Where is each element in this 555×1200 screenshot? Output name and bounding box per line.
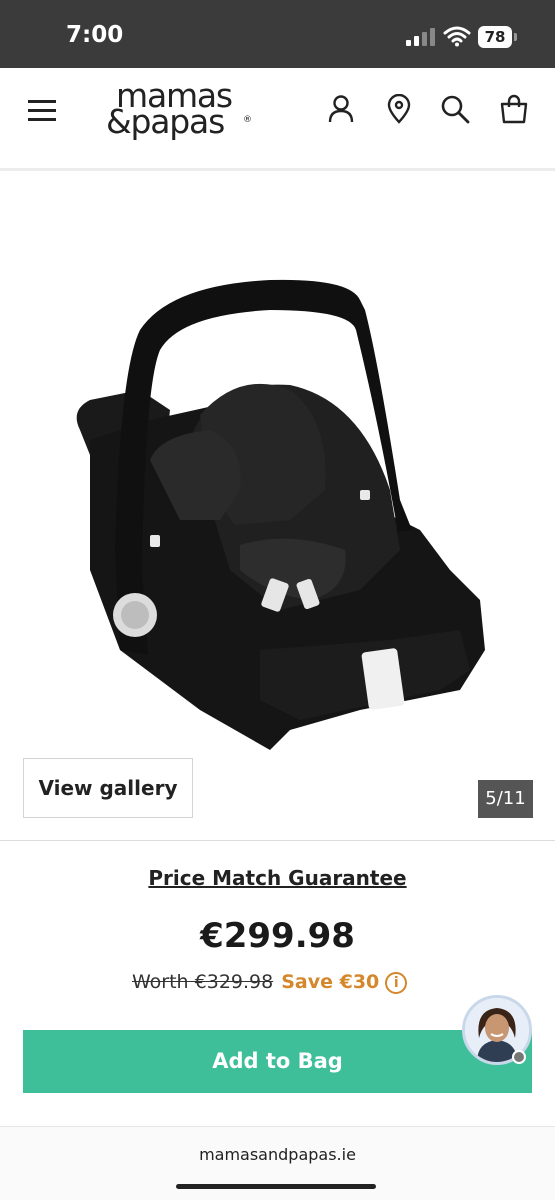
status-time: 7:00 <box>66 22 124 48</box>
hamburger-menu-icon[interactable] <box>28 100 56 122</box>
site-header: mamas &papas ® <box>0 68 555 158</box>
brand-logo[interactable]: mamas &papas ® <box>106 76 256 146</box>
product-image[interactable] <box>60 270 500 770</box>
original-price: Worth €329.98 <box>132 971 274 993</box>
search-icon[interactable] <box>440 94 470 124</box>
store-locator-icon[interactable] <box>384 94 414 124</box>
wifi-icon <box>443 26 471 47</box>
logo-line-2: &papas <box>106 102 225 141</box>
home-indicator[interactable] <box>176 1184 376 1189</box>
save-amount: Save €30 <box>281 971 380 993</box>
status-bar: 7:00 78 <box>0 0 555 68</box>
battery-indicator: 78 <box>478 26 517 48</box>
section-divider <box>0 840 555 841</box>
account-icon[interactable] <box>326 94 356 124</box>
logo-registered-mark: ® <box>243 115 252 125</box>
savings-row: Worth €329.98 Save €30 i <box>132 971 408 999</box>
info-icon[interactable]: i <box>385 972 408 994</box>
bag-icon[interactable] <box>499 94 529 124</box>
image-counter: 5/11 <box>478 780 533 818</box>
cellular-signal-icon <box>406 28 436 46</box>
browser-url[interactable]: mamasandpapas.ie <box>0 1145 555 1164</box>
add-to-bag-button[interactable]: Add to Bag <box>23 1030 532 1093</box>
view-gallery-button[interactable]: View gallery <box>23 758 193 818</box>
browser-bottom-bar: mamasandpapas.ie <box>0 1126 555 1200</box>
product-price: €299.98 <box>200 916 355 956</box>
price-match-link[interactable]: Price Match Guarantee <box>0 866 555 890</box>
chat-status-dot <box>512 1050 526 1064</box>
header-divider <box>0 168 555 171</box>
